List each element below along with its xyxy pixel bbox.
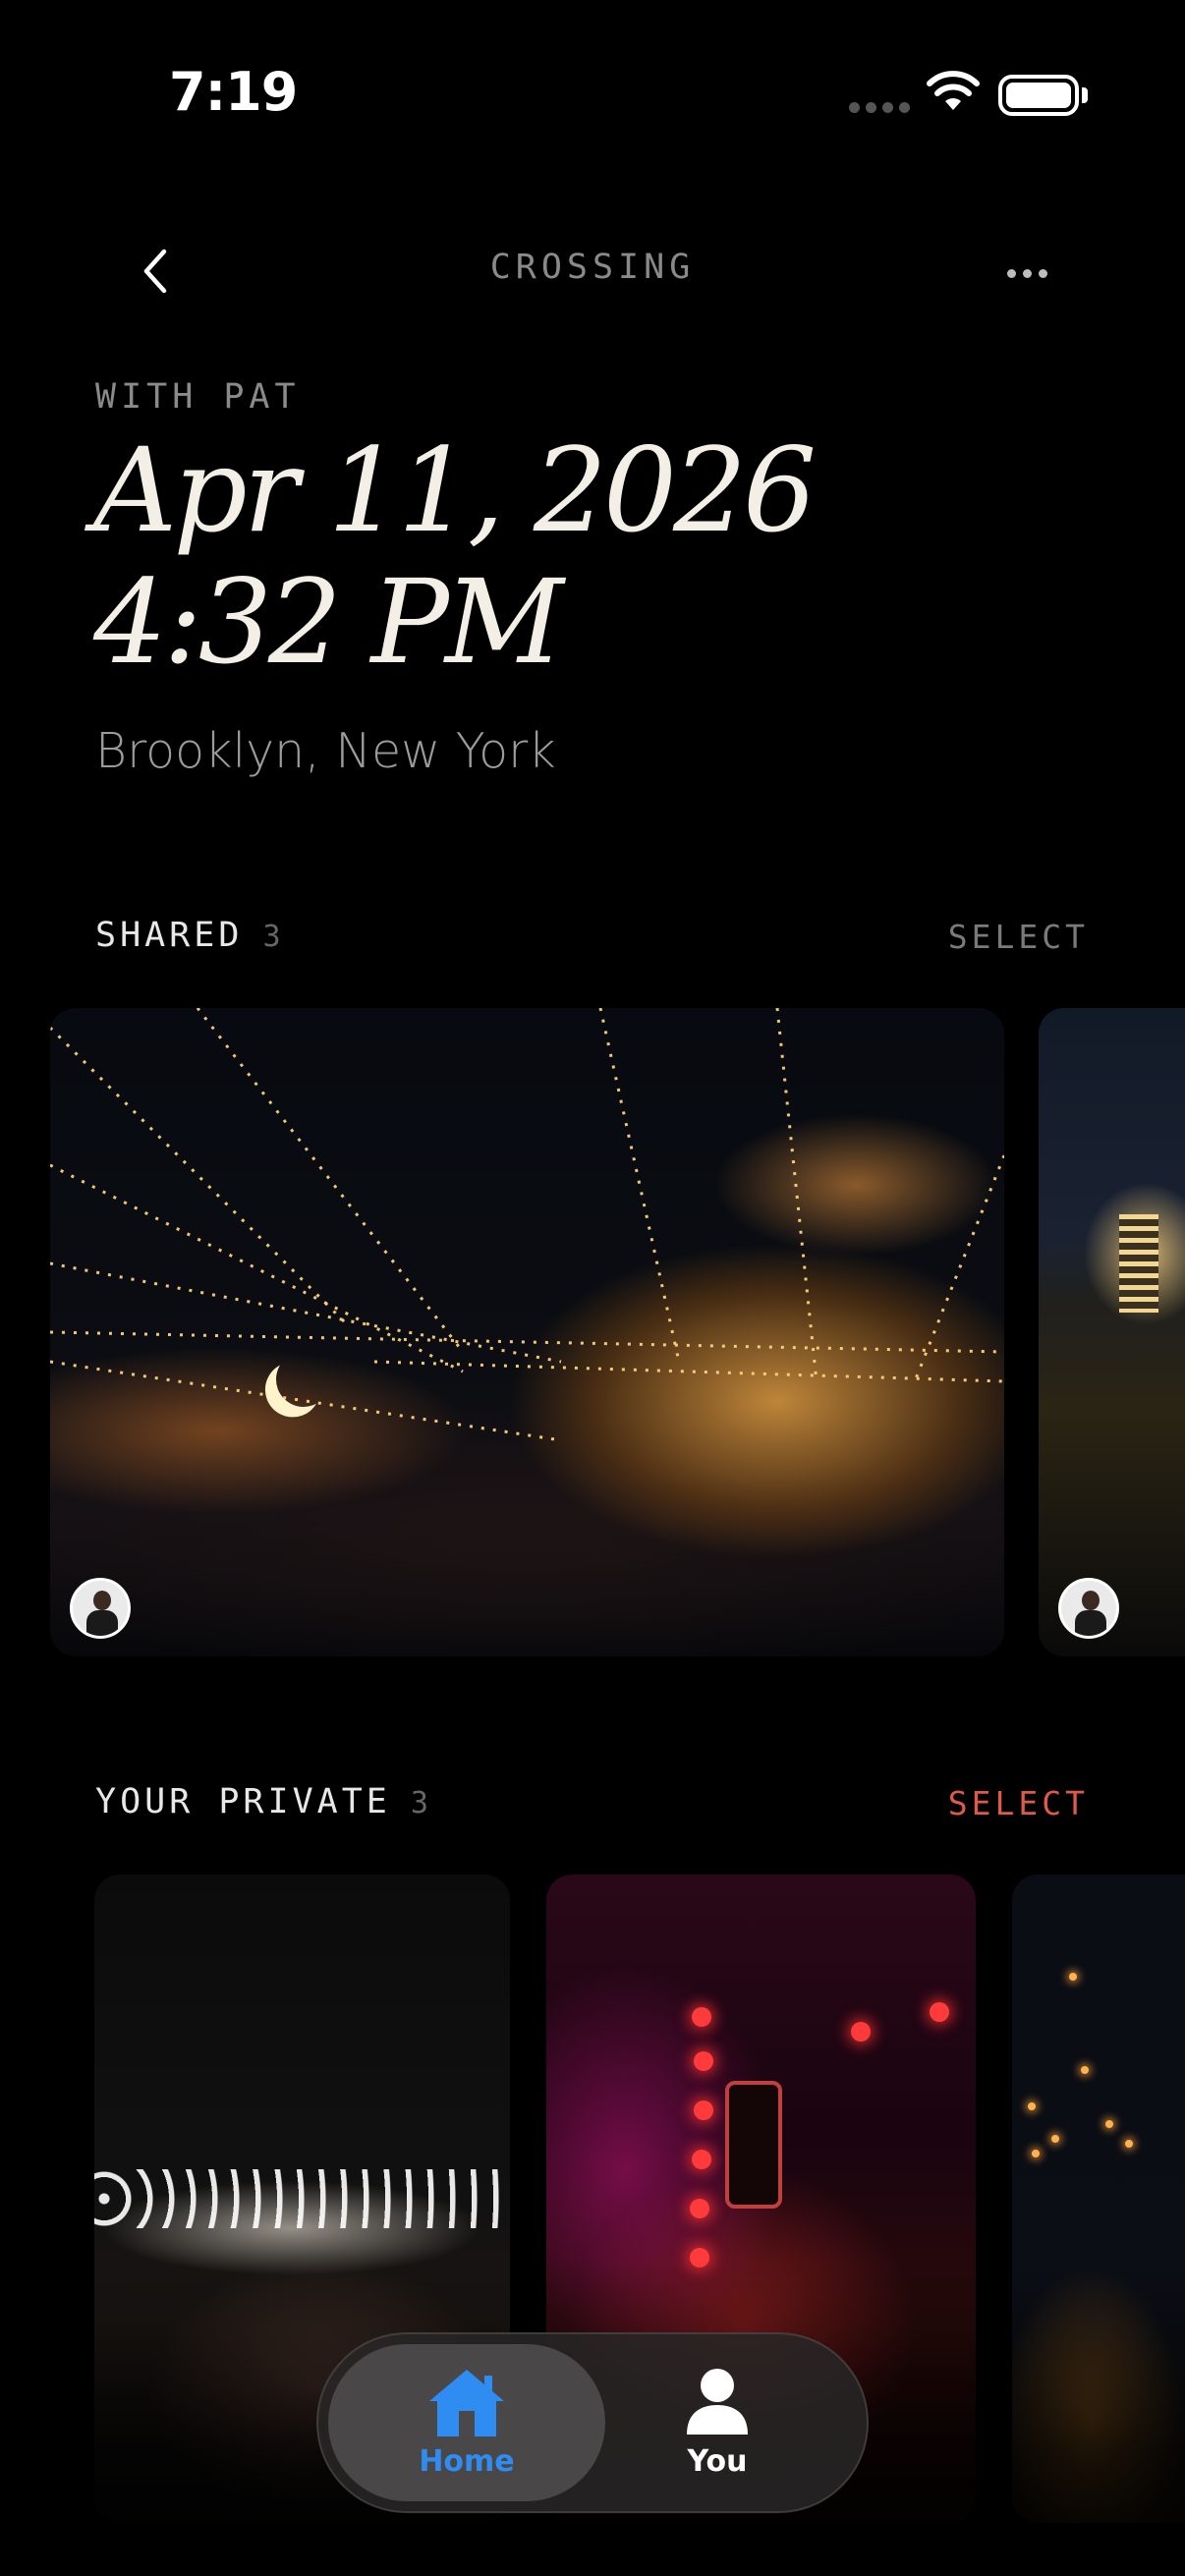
building-lights	[1119, 1214, 1158, 1313]
shared-select-button[interactable]: SELECT	[948, 918, 1089, 956]
status-time: 7:19	[169, 61, 298, 123]
tab-home-label: Home	[419, 2444, 515, 2479]
crossing-time: 4:32 PM	[93, 554, 564, 690]
crossing-date: Apr 11, 2026	[93, 422, 817, 558]
home-icon	[429, 2370, 504, 2436]
string-lights	[50, 1008, 1004, 1442]
battery-icon	[998, 75, 1079, 116]
tab-you-label: You	[687, 2444, 748, 2479]
cellular-signal-icon	[849, 102, 910, 113]
tab-home[interactable]: Home	[328, 2344, 605, 2501]
shared-count: 3	[262, 920, 283, 954]
ellipsis-icon	[1006, 268, 1016, 278]
shared-title: SHARED	[95, 916, 244, 955]
with-person-label: WITH PAT	[95, 377, 301, 417]
shared-section-header: SHARED 3	[95, 916, 283, 955]
more-options-button[interactable]	[992, 252, 1061, 295]
tab-you[interactable]: You	[603, 2344, 831, 2501]
private-title: YOUR PRIVATE	[95, 1782, 391, 1821]
shared-photo-1[interactable]	[50, 1008, 1004, 1656]
location-label: Brooklyn, New York	[95, 723, 556, 779]
phone-in-hand	[725, 2081, 782, 2209]
avatar	[70, 1578, 131, 1639]
wifi-icon	[927, 71, 980, 110]
private-select-button[interactable]: SELECT	[948, 1784, 1089, 1822]
avatar	[1058, 1578, 1119, 1639]
private-count: 3	[410, 1786, 430, 1820]
shared-photo-2[interactable]	[1039, 1008, 1185, 1656]
person-icon	[687, 2369, 748, 2435]
battery-tip	[1082, 87, 1088, 103]
private-section-header: YOUR PRIVATE 3	[95, 1782, 430, 1821]
phone-lights-crowd	[94, 2169, 510, 2228]
